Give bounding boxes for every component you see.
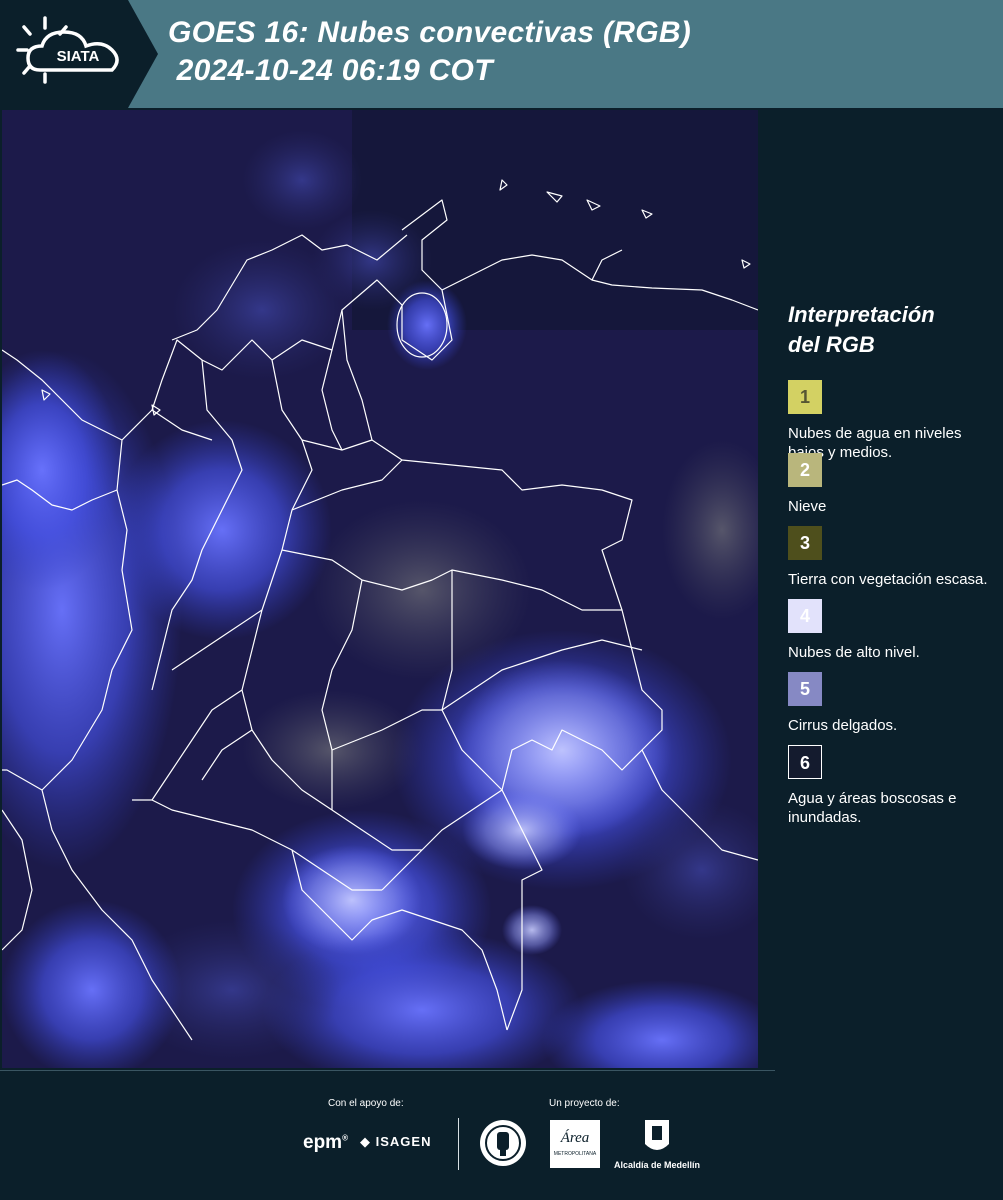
medellin-seal-icon [480, 1120, 526, 1166]
legend-swatch: 4 [788, 599, 822, 633]
support-label: Con el apoyo de: [328, 1098, 404, 1109]
legend-item: 4 Nubes de alto nivel. [788, 599, 998, 672]
title-line-2: 2024-10-24 06:19 COT [168, 54, 493, 87]
header-bar: SIATA GOES 16: Nubes convectivas (RGB) 2… [0, 0, 1003, 108]
legend-swatch: 2 [788, 453, 822, 487]
legend-item: 1 Nubes de agua en niveles bajos y medio… [788, 380, 998, 461]
area-logo-sub: METROPOLITANA [553, 1151, 597, 1157]
legend-swatch: 6 [788, 745, 822, 779]
footer-divider [458, 1118, 459, 1170]
epm-logo: epm® [303, 1132, 348, 1153]
alcaldia-text: Alcaldía de Medellín [613, 1160, 701, 1170]
page: SIATA GOES 16: Nubes convectivas (RGB) 2… [0, 0, 1003, 1200]
rgb-legend: Interpretación del RGB 1 Nubes de agua e… [788, 300, 998, 826]
page-title: GOES 16: Nubes convectivas (RGB) 2024-10… [168, 14, 691, 90]
legend-title: Interpretación del RGB [788, 302, 935, 357]
legend-label: Cirrus delgados. [788, 717, 898, 734]
siata-logo: SIATA [0, 0, 158, 108]
legend-swatch: 3 [788, 526, 822, 560]
legend-items: 1 Nubes de agua en niveles bajos y medio… [788, 380, 998, 826]
legend-label: Nieve [788, 498, 827, 515]
legend-swatch: 5 [788, 672, 822, 706]
footer-divider-line [0, 1070, 775, 1071]
project-label: Un proyecto de: [549, 1098, 620, 1109]
legend-item: 6 Agua y áreas boscosas e inundadas. [788, 745, 998, 826]
legend-item: 5 Cirrus delgados. [788, 672, 998, 745]
isagen-logo: ◆ ISAGEN [360, 1134, 431, 1150]
legend-label: Nubes de alto nivel. [788, 644, 920, 661]
epm-text: epm [303, 1132, 343, 1153]
legend-label: Agua y áreas boscosas e inundadas. [788, 790, 957, 826]
legend-label: Tierra con vegetación escasa. [788, 571, 988, 588]
isagen-mark-icon: ◆ [360, 1134, 376, 1149]
legend-item: 2 Nieve [788, 453, 998, 526]
logo-text: SIATA [57, 48, 100, 65]
title-line-1: GOES 16: Nubes convectivas (RGB) [168, 16, 692, 49]
area-logo-text: Área [560, 1130, 590, 1146]
isagen-text: ISAGEN [375, 1134, 432, 1149]
legend-item: 3 Tierra con vegetación escasa. [788, 526, 998, 599]
footer: Con el apoyo de: Un proyecto de: epm® ◆ … [0, 1070, 1003, 1200]
satellite-map[interactable] [2, 110, 758, 1068]
area-metropolitana-logo: Área METROPOLITANA [550, 1120, 600, 1168]
legend-swatch: 1 [788, 380, 822, 414]
alcaldia-logo: Alcaldía de Medellín [612, 1118, 702, 1170]
alcaldia-shield-icon [645, 1120, 669, 1150]
